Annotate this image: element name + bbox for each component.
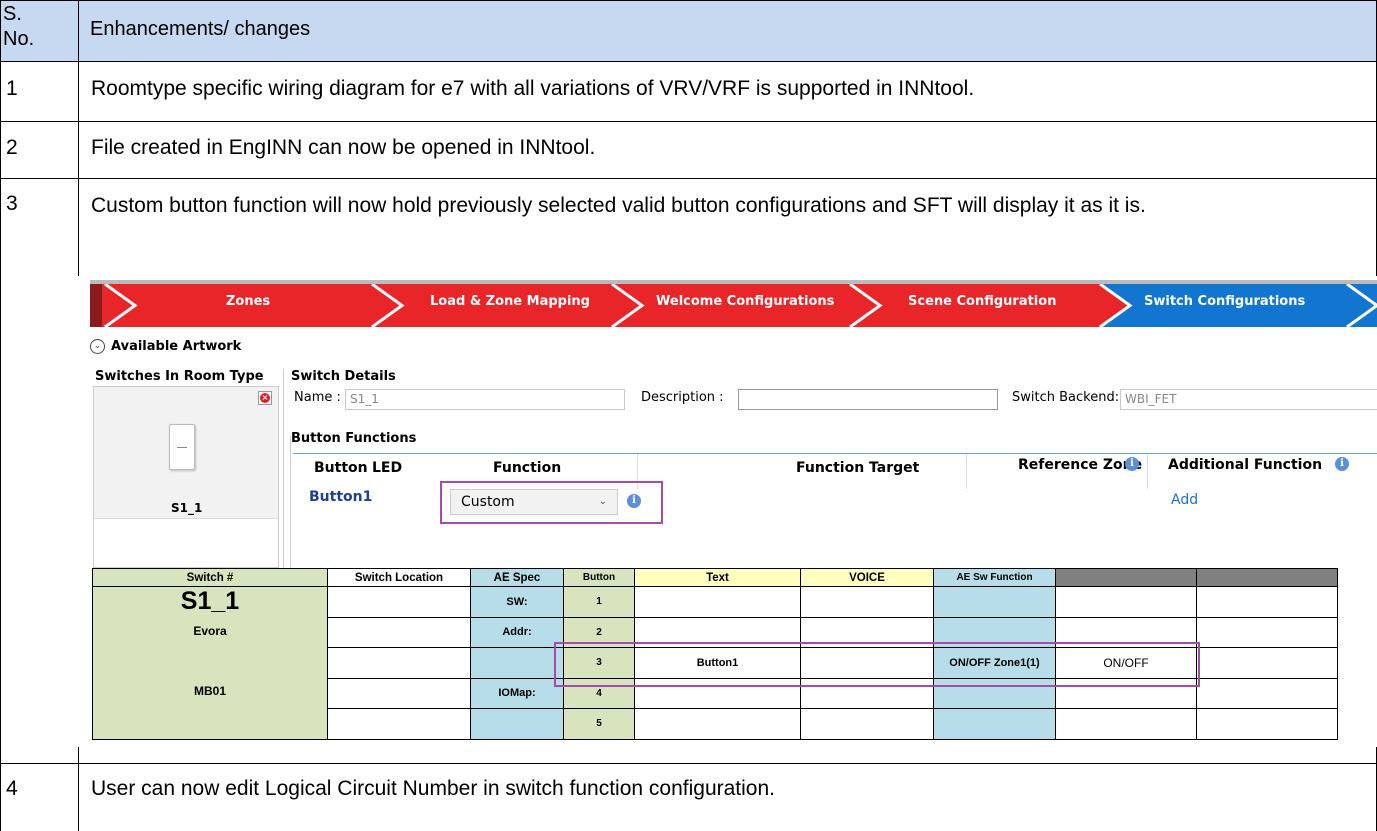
grid-ae-spec-1: SW: — [470, 586, 564, 618]
row-3-number: 3 — [6, 192, 18, 215]
grid-ae-spec-3 — [470, 647, 564, 679]
nav-load-zone-mapping[interactable]: Load & Zone Mapping — [430, 294, 590, 309]
row-3-text: Custom button function will now hold pre… — [91, 194, 1146, 217]
grid-location-5[interactable] — [327, 708, 471, 740]
switch-tile-label: S1_1 — [171, 501, 203, 515]
button-functions-label: Button Functions — [291, 431, 417, 446]
backend-field[interactable]: WBI_FET — [1120, 389, 1377, 410]
grid-switch-cell: S1_1 Evora MB01 — [92, 586, 328, 740]
row-1-text: Roomtype specific wiring diagram for e7 … — [91, 77, 975, 100]
grid-ae-spec-5 — [470, 708, 564, 740]
grid-button-1: 1 — [563, 586, 635, 618]
grid-header-extra-2 — [1196, 568, 1338, 587]
reference-zone-info-icon[interactable]: i — [1125, 457, 1139, 471]
row3-highlight — [554, 642, 1200, 687]
switch-details-label: Switch Details — [291, 369, 396, 384]
grid-switch-name: S1_1 — [180, 587, 240, 615]
available-artwork-label[interactable]: Available Artwork — [111, 339, 241, 354]
switch-plate-icon — [169, 424, 195, 470]
backend-label: Switch Backend: — [1012, 390, 1120, 405]
grid-location-2[interactable] — [327, 616, 471, 648]
function-select-value: Custom — [461, 494, 515, 510]
row-2-text: File created in EngINN can now be opened… — [91, 136, 596, 159]
switches-in-room-type-label: Switches In Room Type — [95, 369, 264, 384]
grid-header-ae-sw-function: AE Sw Function — [933, 568, 1056, 587]
grid-ae-spec-2: Addr: — [470, 616, 564, 648]
col-additional-function: Additional Function — [1168, 457, 1323, 473]
col-reference-zone: Reference Zone — [1018, 457, 1143, 473]
row-2-number: 2 — [6, 136, 18, 159]
grid-location-4[interactable] — [327, 677, 471, 709]
grid-switch-model: Evora — [193, 624, 227, 638]
grid-location-1[interactable] — [327, 586, 471, 618]
nav-zones[interactable]: Zones — [226, 294, 270, 309]
header-changes: Enhancements/ changes — [90, 18, 311, 40]
grid-header-switch: Switch # — [92, 568, 328, 587]
nav-switch-configurations[interactable]: Switch Configurations — [1144, 294, 1305, 309]
grid-header-ae-spec: AE Spec — [470, 568, 564, 587]
function-select[interactable]: Custom ⌄ — [450, 489, 618, 515]
col-function: Function — [493, 460, 562, 476]
row-1-number: 1 — [6, 77, 18, 100]
header-sno: S. No. — [3, 3, 35, 50]
add-additional-function-link[interactable]: Add — [1171, 492, 1198, 508]
chevron-down-icon: ⌄ — [598, 496, 607, 507]
name-field[interactable]: S1_1 — [345, 389, 625, 410]
grid-header-extra-1 — [1055, 568, 1197, 587]
nav-scene-configuration[interactable]: Scene Configuration — [908, 294, 1056, 309]
col-led: LED — [372, 460, 403, 476]
row-button1: Button1 — [309, 489, 373, 505]
nav-welcome-configurations[interactable]: Welcome Configurations — [656, 294, 834, 309]
row-4-text: User can now edit Logical Circuit Number… — [91, 777, 775, 800]
additional-function-info-icon[interactable]: i — [1335, 457, 1349, 471]
grid-ae-spec-4: IOMap: — [470, 677, 564, 709]
grid-switch-board: MB01 — [193, 684, 226, 698]
grid-header-voice: VOICE — [800, 568, 934, 587]
name-label: Name : — [294, 390, 341, 405]
remove-switch-icon[interactable]: × — [258, 391, 272, 405]
grid-button-5: 5 — [563, 708, 635, 740]
row-4-number: 4 — [6, 777, 18, 800]
grid-header-text: Text — [634, 568, 801, 587]
col-button: Button — [314, 460, 368, 476]
expand-icon[interactable]: ⌄ — [90, 339, 105, 354]
col-function-target: Function Target — [796, 460, 920, 476]
grid-location-3[interactable] — [327, 647, 471, 679]
grid-header-button: Button — [563, 568, 635, 587]
embedded-screenshot: Zones Load & Zone Mapping Welcome Config… — [78, 276, 1377, 747]
description-label: Description : — [641, 390, 724, 405]
description-field[interactable] — [738, 389, 998, 410]
function-info-icon[interactable]: i — [627, 494, 641, 508]
grid-header-location: Switch Location — [327, 568, 471, 587]
